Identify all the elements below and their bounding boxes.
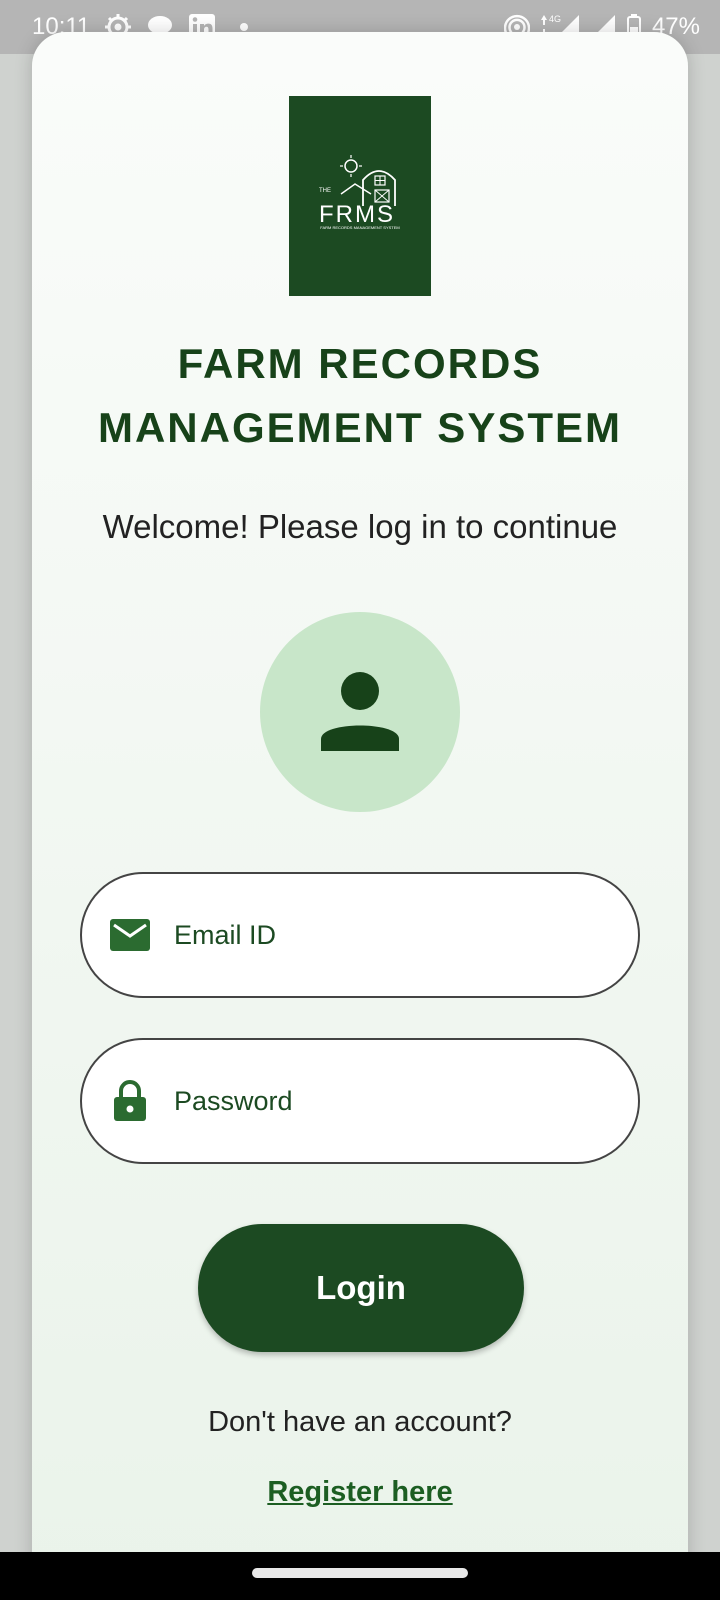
person-icon <box>321 672 399 751</box>
password-field[interactable] <box>80 1038 640 1164</box>
logo-subtitle: FARM RECORDS MANAGEMENT SYSTEM <box>320 225 400 230</box>
login-card: THE FRMS FARM RECORDS MANAGEMENT SYSTEM … <box>32 32 688 1600</box>
notification-dot-icon <box>240 23 249 31</box>
home-gesture-handle[interactable] <box>252 1568 468 1578</box>
mail-icon <box>106 911 154 959</box>
navigation-bar <box>0 1552 720 1600</box>
register-link[interactable]: Register here <box>32 1476 688 1509</box>
password-input[interactable] <box>174 1085 594 1117</box>
no-account-text: Don't have an account? <box>208 1406 512 1438</box>
logo-text: FRMS <box>319 201 395 228</box>
app-title-line1: FARM RECORDS <box>177 340 543 387</box>
welcome-message: Welcome! Please log in to continue <box>102 508 618 545</box>
app-title-line2: MANAGEMENT SYSTEM <box>97 404 622 451</box>
app-logo: THE FRMS FARM RECORDS MANAGEMENT SYSTEM <box>289 96 431 296</box>
network-type: 4G <box>549 14 561 24</box>
email-field[interactable] <box>80 872 640 998</box>
login-button[interactable]: Login <box>198 1224 524 1352</box>
avatar <box>260 612 460 812</box>
app-screen: 10:11 4G 47% THE FRMS FARM RECORDS MANAG… <box>0 0 720 1600</box>
email-input[interactable] <box>174 919 594 951</box>
lock-icon <box>106 1077 154 1125</box>
logo-small-text: THE <box>319 188 331 194</box>
app-title: FARM RECORDS MANAGEMENT SYSTEM <box>32 332 688 460</box>
